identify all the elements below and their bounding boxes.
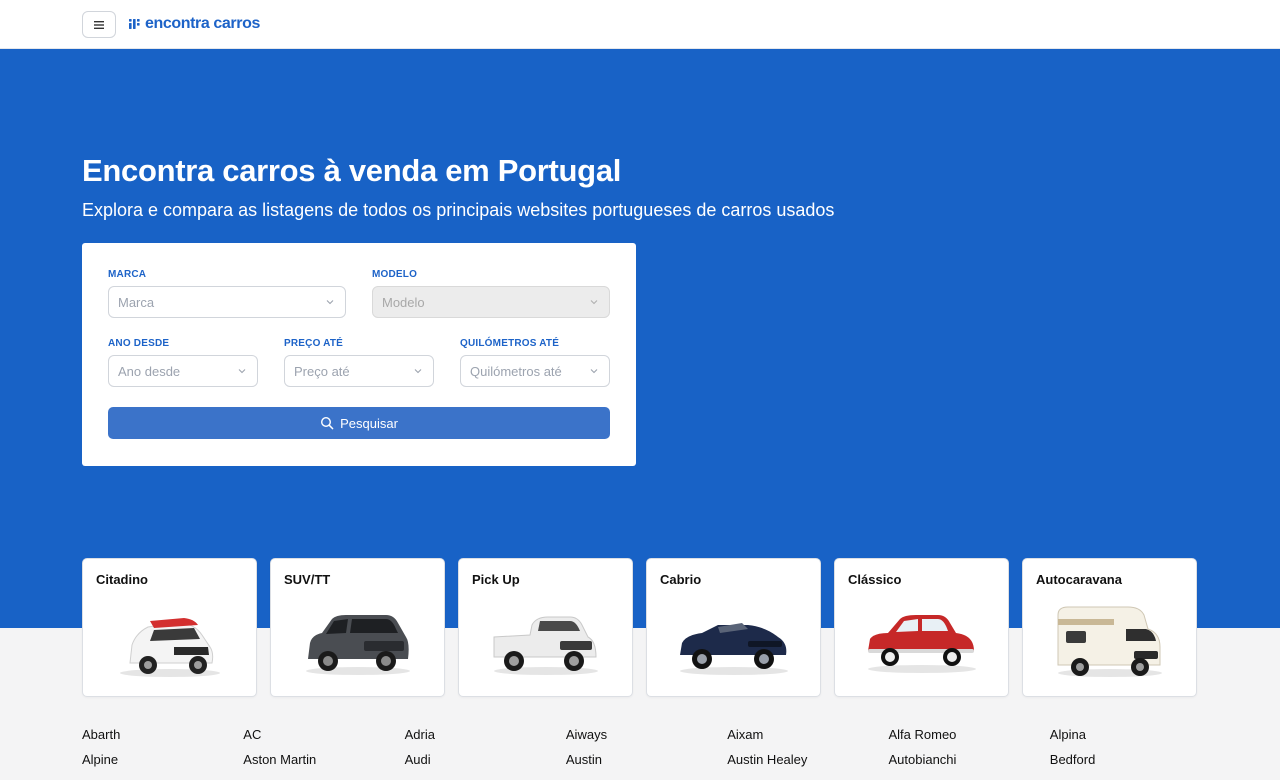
category-label: Citadino bbox=[96, 572, 148, 587]
suv-icon bbox=[306, 615, 410, 675]
category-label: Cabrio bbox=[660, 572, 702, 587]
chevron-down-icon bbox=[590, 369, 598, 374]
brand-link[interactable]: AC bbox=[243, 727, 404, 743]
page-title: Encontra carros à venda em Portugal bbox=[82, 153, 622, 188]
chevron-down-icon bbox=[590, 300, 598, 305]
preco-select[interactable]: Preço até bbox=[284, 355, 434, 387]
ano-select[interactable]: Ano desde bbox=[108, 355, 258, 387]
ano-label: ANO DESDE bbox=[108, 338, 170, 349]
preco-placeholder: Preço até bbox=[294, 363, 350, 379]
category-card-classico[interactable]: Clássico bbox=[834, 558, 1009, 697]
logo-text: encontra carros bbox=[145, 15, 260, 32]
category-label: SUV/TT bbox=[284, 572, 331, 587]
search-form: MARCA Marca MODELO Modelo ANO DESDE Ano … bbox=[82, 243, 636, 466]
chevron-down-icon bbox=[414, 369, 422, 374]
classic-car-icon bbox=[868, 615, 976, 673]
category-label: Clássico bbox=[848, 572, 902, 587]
category-label: Pick Up bbox=[472, 572, 520, 587]
brand-link[interactable]: Aiways bbox=[566, 727, 727, 743]
brand-link[interactable]: Aixam bbox=[727, 727, 888, 743]
km-select[interactable]: Quilómetros até bbox=[460, 355, 610, 387]
brand-link[interactable]: Autobianchi bbox=[888, 752, 1049, 768]
menu-button[interactable] bbox=[82, 11, 116, 38]
modelo-select: Modelo bbox=[372, 286, 610, 318]
hamburger-icon bbox=[94, 20, 104, 29]
category-card-citadino[interactable]: Citadino bbox=[82, 558, 257, 697]
chevron-down-icon bbox=[238, 369, 246, 374]
brand-link[interactable]: Alfa Romeo bbox=[888, 727, 1049, 743]
brand-link[interactable]: Aston Martin bbox=[243, 752, 404, 768]
brand-link[interactable]: Bedford bbox=[1050, 752, 1211, 768]
modelo-label: MODELO bbox=[372, 269, 418, 280]
city-car-icon bbox=[120, 618, 220, 677]
km-label: QUILÓMETROS ATÉ bbox=[460, 338, 560, 349]
page-subtitle: Explora e compara as listagens de todos … bbox=[82, 200, 835, 220]
category-label: Autocaravana bbox=[1036, 572, 1122, 587]
pickup-icon bbox=[493, 616, 598, 675]
brand-link[interactable]: Austin bbox=[566, 752, 727, 768]
category-card-pick-up[interactable]: Pick Up bbox=[458, 558, 633, 697]
site-logo[interactable]: encontra carros bbox=[128, 14, 260, 34]
hero-section: Encontra carros à venda em Portugal Expl… bbox=[0, 49, 1280, 628]
category-card-autocaravana[interactable]: Autocaravana bbox=[1022, 558, 1197, 697]
km-placeholder: Quilómetros até bbox=[470, 363, 562, 379]
marca-select[interactable]: Marca bbox=[108, 286, 346, 318]
brand-link[interactable]: Austin Healey bbox=[727, 752, 888, 768]
preco-label: PREÇO ATÉ bbox=[284, 338, 344, 349]
brand-list: Abarth AC Adria Aiways Aixam Alfa Romeo … bbox=[82, 727, 1232, 768]
brand-link[interactable]: Adria bbox=[405, 727, 566, 743]
logo-mark-icon bbox=[129, 19, 140, 29]
cabrio-icon bbox=[680, 623, 788, 675]
marca-label: MARCA bbox=[108, 269, 147, 280]
category-card-suv-tt[interactable]: SUV/TT bbox=[270, 558, 445, 697]
marca-placeholder: Marca bbox=[118, 294, 155, 310]
brand-link[interactable]: Alpine bbox=[82, 752, 243, 768]
search-button[interactable]: Pesquisar bbox=[108, 407, 610, 439]
ano-placeholder: Ano desde bbox=[118, 363, 181, 379]
category-card-cabrio[interactable]: Cabrio bbox=[646, 558, 821, 697]
chevron-down-icon bbox=[326, 300, 334, 305]
brand-link[interactable]: Alpina bbox=[1050, 727, 1211, 743]
top-navbar: encontra carros bbox=[0, 0, 1280, 49]
brand-link[interactable]: Audi bbox=[405, 752, 566, 768]
modelo-placeholder: Modelo bbox=[382, 294, 425, 310]
brand-link[interactable]: Abarth bbox=[82, 727, 243, 743]
search-icon bbox=[321, 416, 334, 430]
motorhome-icon bbox=[1057, 606, 1162, 677]
search-button-label: Pesquisar bbox=[340, 415, 398, 431]
category-list: Citadino SUV/TT Pick Up Cabrio Clássico … bbox=[82, 558, 1197, 697]
